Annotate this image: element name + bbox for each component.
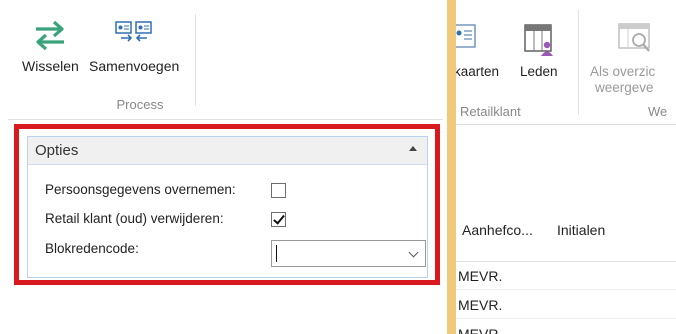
ribbon-divider xyxy=(195,14,196,106)
delete-retail-checkbox[interactable] xyxy=(271,212,286,227)
ribbon-divider xyxy=(578,10,579,115)
overview-button-label-1[interactable]: Als overzic xyxy=(590,64,655,79)
row-divider xyxy=(456,289,676,290)
members-icon[interactable] xyxy=(522,22,556,58)
block-reason-select[interactable] xyxy=(271,240,426,267)
row-divider xyxy=(456,318,676,319)
options-panel: Opties Persoonsgegevens overnemen: Retai… xyxy=(27,136,428,278)
retail-ribbon: kaarten Leden Als overzic weergeve Retai… xyxy=(456,0,676,125)
right-pane: kaarten Leden Als overzic weergeve Retai… xyxy=(456,0,676,334)
options-header[interactable]: Opties xyxy=(28,137,427,165)
process-ribbon: Wisselen Samenvoegen Process xyxy=(8,8,443,118)
column-header-initials[interactable]: Initialen xyxy=(557,222,605,238)
left-pane: Wisselen Samenvoegen Process Opties Pers… xyxy=(0,0,447,334)
copy-personal-data-label: Persoonsgegevens overnemen: xyxy=(45,182,236,197)
cards-button-label[interactable]: kaarten xyxy=(456,64,499,79)
retail-group-label: Retailklant xyxy=(460,104,521,119)
ribbon-bottom-divider xyxy=(8,119,443,120)
text-cursor xyxy=(276,245,277,262)
cards-icon xyxy=(456,24,476,48)
pane-splitter[interactable] xyxy=(447,0,456,334)
collapse-caret-icon[interactable] xyxy=(409,146,417,151)
swap-label: Wisselen xyxy=(22,58,79,74)
overview-button-label-2[interactable]: weergeve xyxy=(595,80,654,95)
highlight-frame: Opties Persoonsgegevens overnemen: Retai… xyxy=(14,124,440,285)
overview-icon[interactable] xyxy=(616,20,656,58)
options-title: Opties xyxy=(35,142,79,159)
table-row[interactable]: MEVR. xyxy=(458,326,502,334)
swap-icon xyxy=(36,20,65,51)
merge-contacts-icon xyxy=(115,21,152,42)
process-group-label: Process xyxy=(116,97,164,112)
copy-personal-data-checkbox[interactable] xyxy=(271,183,286,198)
block-reason-label: Blokredencode: xyxy=(45,241,139,256)
table-row[interactable]: MEVR. xyxy=(458,297,502,313)
swap-button[interactable]: Wisselen xyxy=(22,18,79,74)
we-group-label: We xyxy=(648,104,668,119)
table-row[interactable]: MEVR. xyxy=(458,268,502,284)
column-header-salutation[interactable]: Aanhefco... xyxy=(462,222,533,238)
grid-header-divider xyxy=(456,261,676,262)
members-button-label[interactable]: Leden xyxy=(520,64,558,79)
merge-button[interactable]: Samenvoegen xyxy=(89,18,179,74)
chevron-down-icon[interactable] xyxy=(408,247,419,258)
merge-label: Samenvoegen xyxy=(89,58,180,74)
delete-retail-label: Retail klant (oud) verwijderen: xyxy=(45,211,224,226)
